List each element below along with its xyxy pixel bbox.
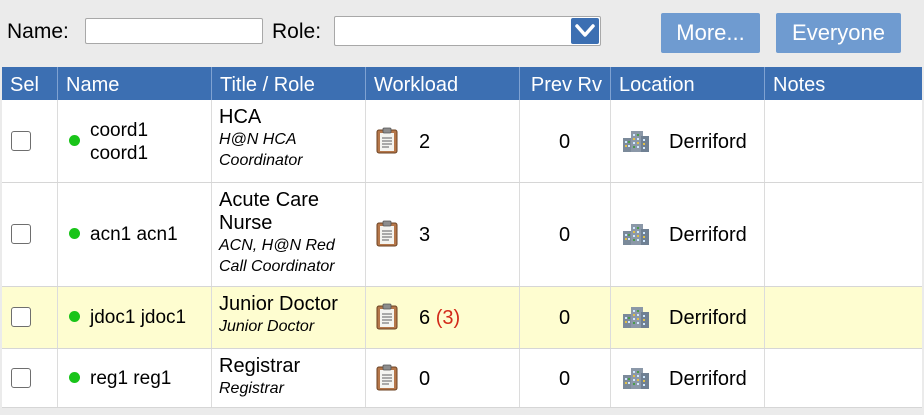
role-title: Junior Doctor [219,293,338,315]
status-dot-icon [69,371,80,383]
role-select[interactable] [334,16,601,46]
prev-review-count: 0 [559,307,571,329]
table-row[interactable]: coord1 coord1 HCA H@N HCA Coordinator 2 0 De… [2,100,922,183]
clipboard-icon[interactable] [376,364,398,391]
name-filter-label: Name: [7,20,69,43]
table-cell [765,100,922,182]
role-subtitle: H@N HCA Coordinator [219,131,303,169]
prev-review-count: 0 [559,130,571,153]
person-name[interactable]: jdoc1 jdoc1 [90,306,186,329]
location-name: Derriford [669,224,747,246]
table-cell [765,287,922,348]
building-icon [622,305,650,329]
select-checkbox[interactable] [11,130,31,151]
column-header-title-role[interactable]: Title / Role [212,67,366,100]
table-row[interactable]: reg1 reg1 Registrar Registrar 0 0 Derriford [2,349,922,408]
table-header: Sel Name Title / Role Workload Prev Rv L… [2,67,922,100]
title-role-block: HCA H@N HCA Coordinator [219,106,359,171]
location-name: Derriford [669,130,747,153]
role-subtitle: Registrar [219,380,284,397]
prev-review-count: 0 [559,224,571,246]
person-name[interactable]: acn1 acn1 [90,223,178,246]
workload-count: 0 [419,367,430,391]
table-cell [765,349,922,407]
filter-toolbar: Name: Role: More... Everyone [0,0,924,66]
role-subtitle: ACN, H@N Red Call Coordinator [219,237,335,275]
location-name: Derriford [669,307,747,329]
role-subtitle: Junior Doctor [219,318,315,335]
table-row[interactable]: jdoc1 jdoc1 Junior Doctor Junior Doctor 6 (… [2,287,922,349]
table-cell [765,183,922,286]
table-row[interactable]: acn1 acn1 Acute Care Nurse ACN, H@N Red Ca… [2,183,922,287]
workload-count: 3 [419,223,430,247]
name-filter-input[interactable] [85,18,263,44]
select-checkbox[interactable] [11,367,31,388]
column-header-name[interactable]: Name [58,67,212,100]
title-role-block: Registrar Registrar [219,355,359,399]
person-name[interactable]: reg1 reg1 [90,367,171,390]
column-header-location[interactable]: Location [611,67,765,100]
workload-count: 2 [419,130,430,154]
role-filter-label: Role: [272,20,322,43]
location-name: Derriford [669,367,747,390]
workload-overdue: (3) [435,307,461,329]
select-checkbox[interactable] [11,307,31,327]
prev-review-count: 0 [559,367,571,390]
title-role-block: Acute Care Nurse ACN, H@N Red Call Coordi… [219,189,359,277]
building-icon [622,366,650,390]
workload-value: 2 [419,130,431,153]
clipboard-icon[interactable] [376,303,398,330]
chevron-down-icon[interactable] [571,18,599,44]
everyone-button[interactable]: Everyone [776,13,901,53]
clipboard-icon[interactable] [376,220,398,247]
column-header-prev-rv[interactable]: Prev Rv [520,67,611,100]
status-dot-icon [69,311,80,322]
workload-value: 6 [419,307,431,329]
workload-count: 6 (3) [419,306,460,330]
column-header-sel[interactable]: Sel [2,67,58,100]
status-dot-icon [69,228,80,239]
workload-value: 0 [419,367,431,390]
title-role-block: Junior Doctor Junior Doctor [219,293,359,337]
building-icon [622,129,650,153]
role-title: HCA [219,106,262,128]
clipboard-icon[interactable] [376,127,398,154]
role-title: Registrar [219,355,301,377]
role-title: Acute Care Nurse [219,189,320,234]
column-header-notes[interactable]: Notes [765,67,922,100]
more-button[interactable]: More... [661,13,760,53]
workload-value: 3 [419,224,431,246]
person-name[interactable]: coord1 coord1 [84,119,154,165]
status-dot-icon [69,134,80,146]
building-icon [622,222,650,246]
column-header-workload[interactable]: Workload [366,67,520,100]
select-checkbox[interactable] [11,224,31,244]
